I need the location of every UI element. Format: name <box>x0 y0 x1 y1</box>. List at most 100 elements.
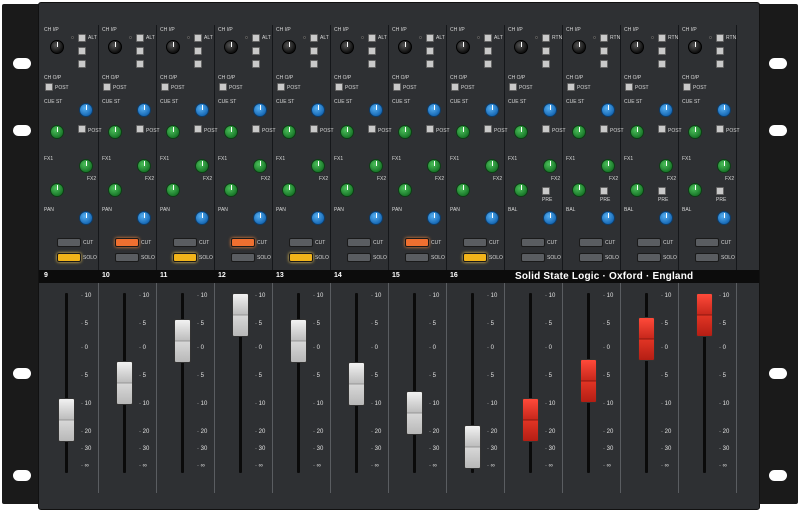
fader-cap[interactable] <box>580 359 597 403</box>
pan-knob[interactable] <box>79 211 93 225</box>
pan-knob[interactable] <box>601 211 615 225</box>
ch-ip-button-2[interactable] <box>600 47 608 55</box>
cut-button[interactable] <box>579 238 603 247</box>
ch-op-post-button[interactable] <box>509 83 517 91</box>
cut-button[interactable] <box>637 238 661 247</box>
ch-ip-button-3[interactable] <box>368 60 376 68</box>
ch-op-post-button[interactable] <box>219 83 227 91</box>
cue-post-button[interactable] <box>252 125 260 133</box>
cue-send-knob[interactable] <box>456 125 470 139</box>
fader-cap[interactable] <box>638 317 655 361</box>
ch-op-post-button[interactable] <box>103 83 111 91</box>
cut-button[interactable] <box>347 238 371 247</box>
input-gain-knob[interactable] <box>166 40 180 54</box>
cut-button[interactable] <box>57 238 81 247</box>
ch-op-post-button[interactable] <box>335 83 343 91</box>
fader-cap[interactable] <box>174 318 191 363</box>
cue-level-knob[interactable] <box>601 103 615 117</box>
cut-button[interactable] <box>521 238 545 247</box>
cue-post-button[interactable] <box>136 125 144 133</box>
fx2-send-knob[interactable] <box>456 183 470 197</box>
fader-cap[interactable] <box>696 293 713 337</box>
input-gain-knob[interactable] <box>688 40 702 54</box>
cue-level-knob[interactable] <box>717 103 731 117</box>
input-gain-knob[interactable] <box>572 40 586 54</box>
cue-post-button[interactable] <box>310 125 318 133</box>
input-gain-knob[interactable] <box>514 40 528 54</box>
solo-button[interactable] <box>115 253 139 262</box>
ch-ip-button-1[interactable] <box>716 34 724 42</box>
cue-post-button[interactable] <box>600 125 608 133</box>
solo-button[interactable] <box>579 253 603 262</box>
pre-button[interactable] <box>542 187 550 195</box>
fx-send-knob[interactable] <box>253 159 267 173</box>
fader-cap[interactable] <box>290 318 307 363</box>
ch-op-post-button[interactable] <box>567 83 575 91</box>
cue-send-knob[interactable] <box>282 125 296 139</box>
ch-ip-button-3[interactable] <box>194 60 202 68</box>
fader-cap[interactable] <box>406 390 423 435</box>
solo-button[interactable] <box>521 253 545 262</box>
cut-button[interactable] <box>289 238 313 247</box>
fx-send-knob[interactable] <box>601 159 615 173</box>
pan-knob[interactable] <box>253 211 267 225</box>
ch-ip-button-1[interactable] <box>542 34 550 42</box>
cut-button[interactable] <box>231 238 255 247</box>
ch-ip-button-2[interactable] <box>136 47 144 55</box>
cut-button[interactable] <box>695 238 719 247</box>
cue-level-knob[interactable] <box>79 103 93 117</box>
ch-ip-button-3[interactable] <box>78 60 86 68</box>
ch-ip-button-3[interactable] <box>716 60 724 68</box>
fx2-send-knob[interactable] <box>224 183 238 197</box>
fx-send-knob[interactable] <box>427 159 441 173</box>
ch-ip-button-1[interactable] <box>310 34 318 42</box>
pan-knob[interactable] <box>427 211 441 225</box>
ch-ip-button-2[interactable] <box>194 47 202 55</box>
fx2-send-knob[interactable] <box>688 183 702 197</box>
ch-ip-button-3[interactable] <box>600 60 608 68</box>
ch-ip-button-2[interactable] <box>484 47 492 55</box>
cue-send-knob[interactable] <box>572 125 586 139</box>
fx-send-knob[interactable] <box>79 159 93 173</box>
ch-ip-button-2[interactable] <box>426 47 434 55</box>
cut-button[interactable] <box>405 238 429 247</box>
cue-send-knob[interactable] <box>688 125 702 139</box>
ch-op-post-button[interactable] <box>161 83 169 91</box>
fx2-send-knob[interactable] <box>398 183 412 197</box>
ch-ip-button-2[interactable] <box>78 47 86 55</box>
cue-level-knob[interactable] <box>311 103 325 117</box>
fader-cap[interactable] <box>232 293 249 337</box>
ch-op-post-button[interactable] <box>625 83 633 91</box>
cue-post-button[interactable] <box>658 125 666 133</box>
ch-ip-button-1[interactable] <box>136 34 144 42</box>
fx2-send-knob[interactable] <box>630 183 644 197</box>
solo-button[interactable] <box>463 253 487 262</box>
ch-op-post-button[interactable] <box>451 83 459 91</box>
pan-knob[interactable] <box>485 211 499 225</box>
ch-op-post-button[interactable] <box>393 83 401 91</box>
ch-ip-button-1[interactable] <box>600 34 608 42</box>
pan-knob[interactable] <box>195 211 209 225</box>
ch-ip-button-1[interactable] <box>78 34 86 42</box>
ch-ip-button-2[interactable] <box>368 47 376 55</box>
solo-button[interactable] <box>289 253 313 262</box>
cue-level-knob[interactable] <box>659 103 673 117</box>
cue-post-button[interactable] <box>368 125 376 133</box>
pre-button[interactable] <box>716 187 724 195</box>
cue-post-button[interactable] <box>78 125 86 133</box>
solo-button[interactable] <box>347 253 371 262</box>
ch-ip-button-1[interactable] <box>194 34 202 42</box>
solo-button[interactable] <box>231 253 255 262</box>
ch-ip-button-3[interactable] <box>484 60 492 68</box>
ch-ip-button-2[interactable] <box>252 47 260 55</box>
cut-button[interactable] <box>115 238 139 247</box>
fx-send-knob[interactable] <box>543 159 557 173</box>
ch-ip-button-2[interactable] <box>310 47 318 55</box>
fx-send-knob[interactable] <box>369 159 383 173</box>
fx-send-knob[interactable] <box>485 159 499 173</box>
cue-post-button[interactable] <box>194 125 202 133</box>
ch-ip-button-3[interactable] <box>310 60 318 68</box>
input-gain-knob[interactable] <box>282 40 296 54</box>
cue-send-knob[interactable] <box>340 125 354 139</box>
fx-send-knob[interactable] <box>659 159 673 173</box>
